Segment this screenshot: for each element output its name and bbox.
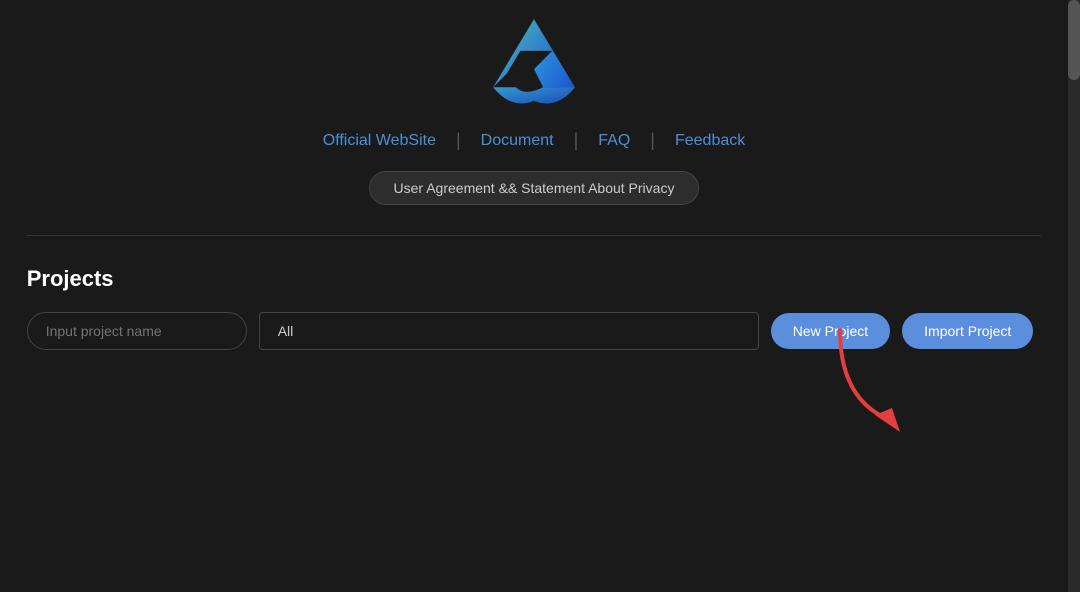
projects-title: Projects xyxy=(27,266,1042,292)
search-input[interactable] xyxy=(27,312,247,350)
nav-links: Official WebSite | Document | FAQ | Feed… xyxy=(303,130,766,151)
filter-select[interactable]: All xyxy=(259,312,759,350)
projects-controls: All New Project Import Project xyxy=(27,312,1042,350)
import-project-button[interactable]: Import Project xyxy=(902,313,1033,349)
new-project-button[interactable]: New Project xyxy=(771,313,890,349)
section-divider xyxy=(27,235,1042,236)
projects-section: Projects All New Project Import Project xyxy=(27,266,1042,350)
nav-document[interactable]: Document xyxy=(461,132,574,150)
nav-official-website[interactable]: Official WebSite xyxy=(303,132,456,150)
agreement-button[interactable]: User Agreement && Statement About Privac… xyxy=(369,171,700,205)
nav-feedback[interactable]: Feedback xyxy=(655,132,765,150)
nav-faq[interactable]: FAQ xyxy=(578,132,650,150)
logo-area xyxy=(459,0,609,110)
app-logo xyxy=(459,10,609,110)
